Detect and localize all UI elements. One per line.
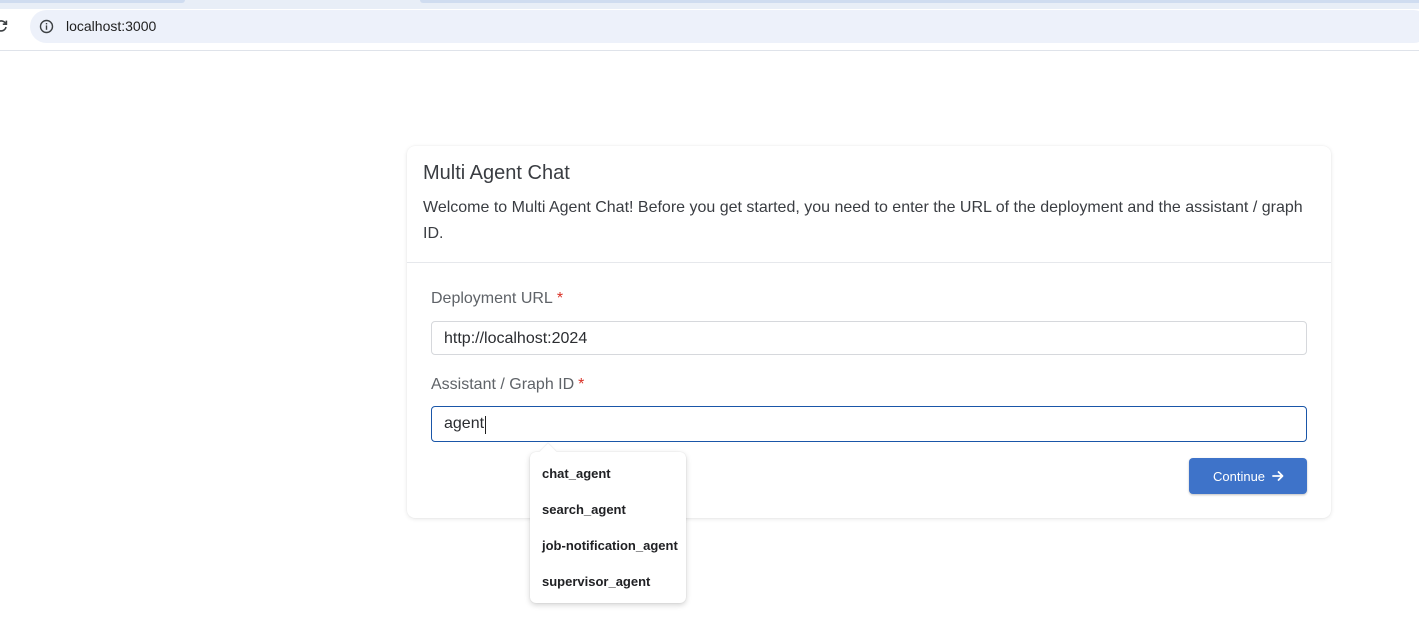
deployment-url-value: http://localhost:2024 [444, 330, 588, 347]
text-caret [485, 416, 486, 434]
site-info-icon[interactable] [39, 19, 54, 34]
autocomplete-option[interactable]: supervisor_agent [542, 574, 650, 589]
assistant-id-label: Assistant / Graph ID * [431, 376, 584, 394]
required-mark: * [578, 376, 585, 393]
assistant-id-input[interactable]: agent [431, 406, 1307, 442]
required-mark: * [556, 290, 564, 307]
arrow-right-icon [1272, 471, 1284, 481]
deployment-url-label: Deployment URL * [431, 290, 563, 308]
continue-button[interactable]: Continue [1189, 458, 1307, 494]
card-description: Welcome to Multi Agent Chat! Before you … [423, 199, 1303, 242]
autocomplete-option[interactable]: chat_agent [542, 466, 611, 481]
continue-button-label: Continue [1213, 469, 1266, 484]
assistant-id-label-text: Assistant / Graph ID [431, 376, 575, 393]
autocomplete-dropdown: chat_agent search_agent job-notification… [530, 443, 686, 603]
deployment-url-input[interactable]: http://localhost:2024 [431, 321, 1307, 355]
autocomplete-option[interactable]: search_agent [542, 502, 626, 517]
autocomplete-option[interactable]: job-notification_agent [542, 538, 678, 553]
deployment-url-label-text: Deployment URL [431, 290, 553, 307]
assistant-id-value: agent [444, 415, 485, 432]
browser-toolbar: localhost:3000 [0, 9, 1419, 51]
card-header: Multi Agent Chat Welcome to Multi Agent … [407, 146, 1331, 263]
page-title: Multi Agent Chat [423, 162, 570, 184]
reload-icon[interactable] [0, 19, 8, 33]
browser-tab-strip [0, 0, 1419, 9]
browser-tab[interactable] [420, 0, 1419, 3]
address-bar[interactable]: localhost:3000 [30, 10, 1419, 43]
address-bar-url: localhost:3000 [66, 18, 157, 34]
browser-tab[interactable] [0, 0, 185, 3]
